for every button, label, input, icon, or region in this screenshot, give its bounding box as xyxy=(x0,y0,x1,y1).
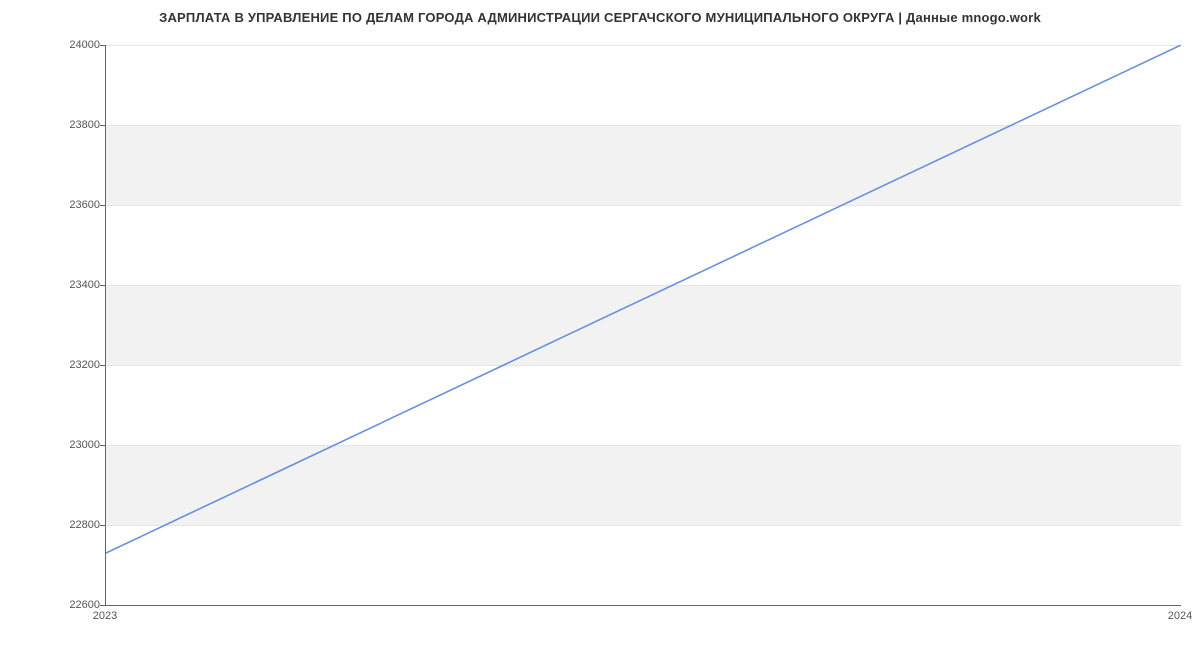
ytick-label: 22800 xyxy=(10,519,100,531)
ytick-label: 23000 xyxy=(10,439,100,451)
salary-series-line xyxy=(106,45,1181,553)
plot-area xyxy=(105,45,1181,606)
ytick-label: 23200 xyxy=(10,359,100,371)
ytick-label: 23800 xyxy=(10,119,100,131)
gridline xyxy=(106,605,1181,606)
line-layer xyxy=(106,45,1181,605)
ytick-label: 23400 xyxy=(10,279,100,291)
xtick-label: 2024 xyxy=(1168,610,1192,622)
chart-title: ЗАРПЛАТА В УПРАВЛЕНИЕ ПО ДЕЛАМ ГОРОДА АД… xyxy=(0,10,1200,25)
xtick-label: 2023 xyxy=(93,610,117,622)
ytick-label: 22600 xyxy=(10,599,100,611)
ytick-label: 23600 xyxy=(10,199,100,211)
ytick-label: 24000 xyxy=(10,39,100,51)
salary-line-chart: ЗАРПЛАТА В УПРАВЛЕНИЕ ПО ДЕЛАМ ГОРОДА АД… xyxy=(0,0,1200,630)
